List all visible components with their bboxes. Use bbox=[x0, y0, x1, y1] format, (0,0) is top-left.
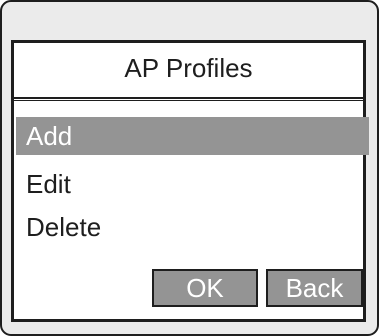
device-screen: AP Profiles Add Edit Delete OK Back bbox=[11, 40, 369, 322]
menu-item-delete[interactable]: Delete bbox=[16, 208, 369, 246]
menu-item-add[interactable]: Add bbox=[16, 117, 369, 155]
menu-item-edit[interactable]: Edit bbox=[16, 165, 369, 203]
device-bezel: AP Profiles Add Edit Delete OK Back bbox=[0, 0, 379, 336]
title-divider bbox=[14, 97, 363, 101]
back-button[interactable]: Back bbox=[266, 269, 363, 307]
screen-title: AP Profiles bbox=[124, 52, 253, 83]
ok-button[interactable]: OK bbox=[152, 269, 258, 307]
